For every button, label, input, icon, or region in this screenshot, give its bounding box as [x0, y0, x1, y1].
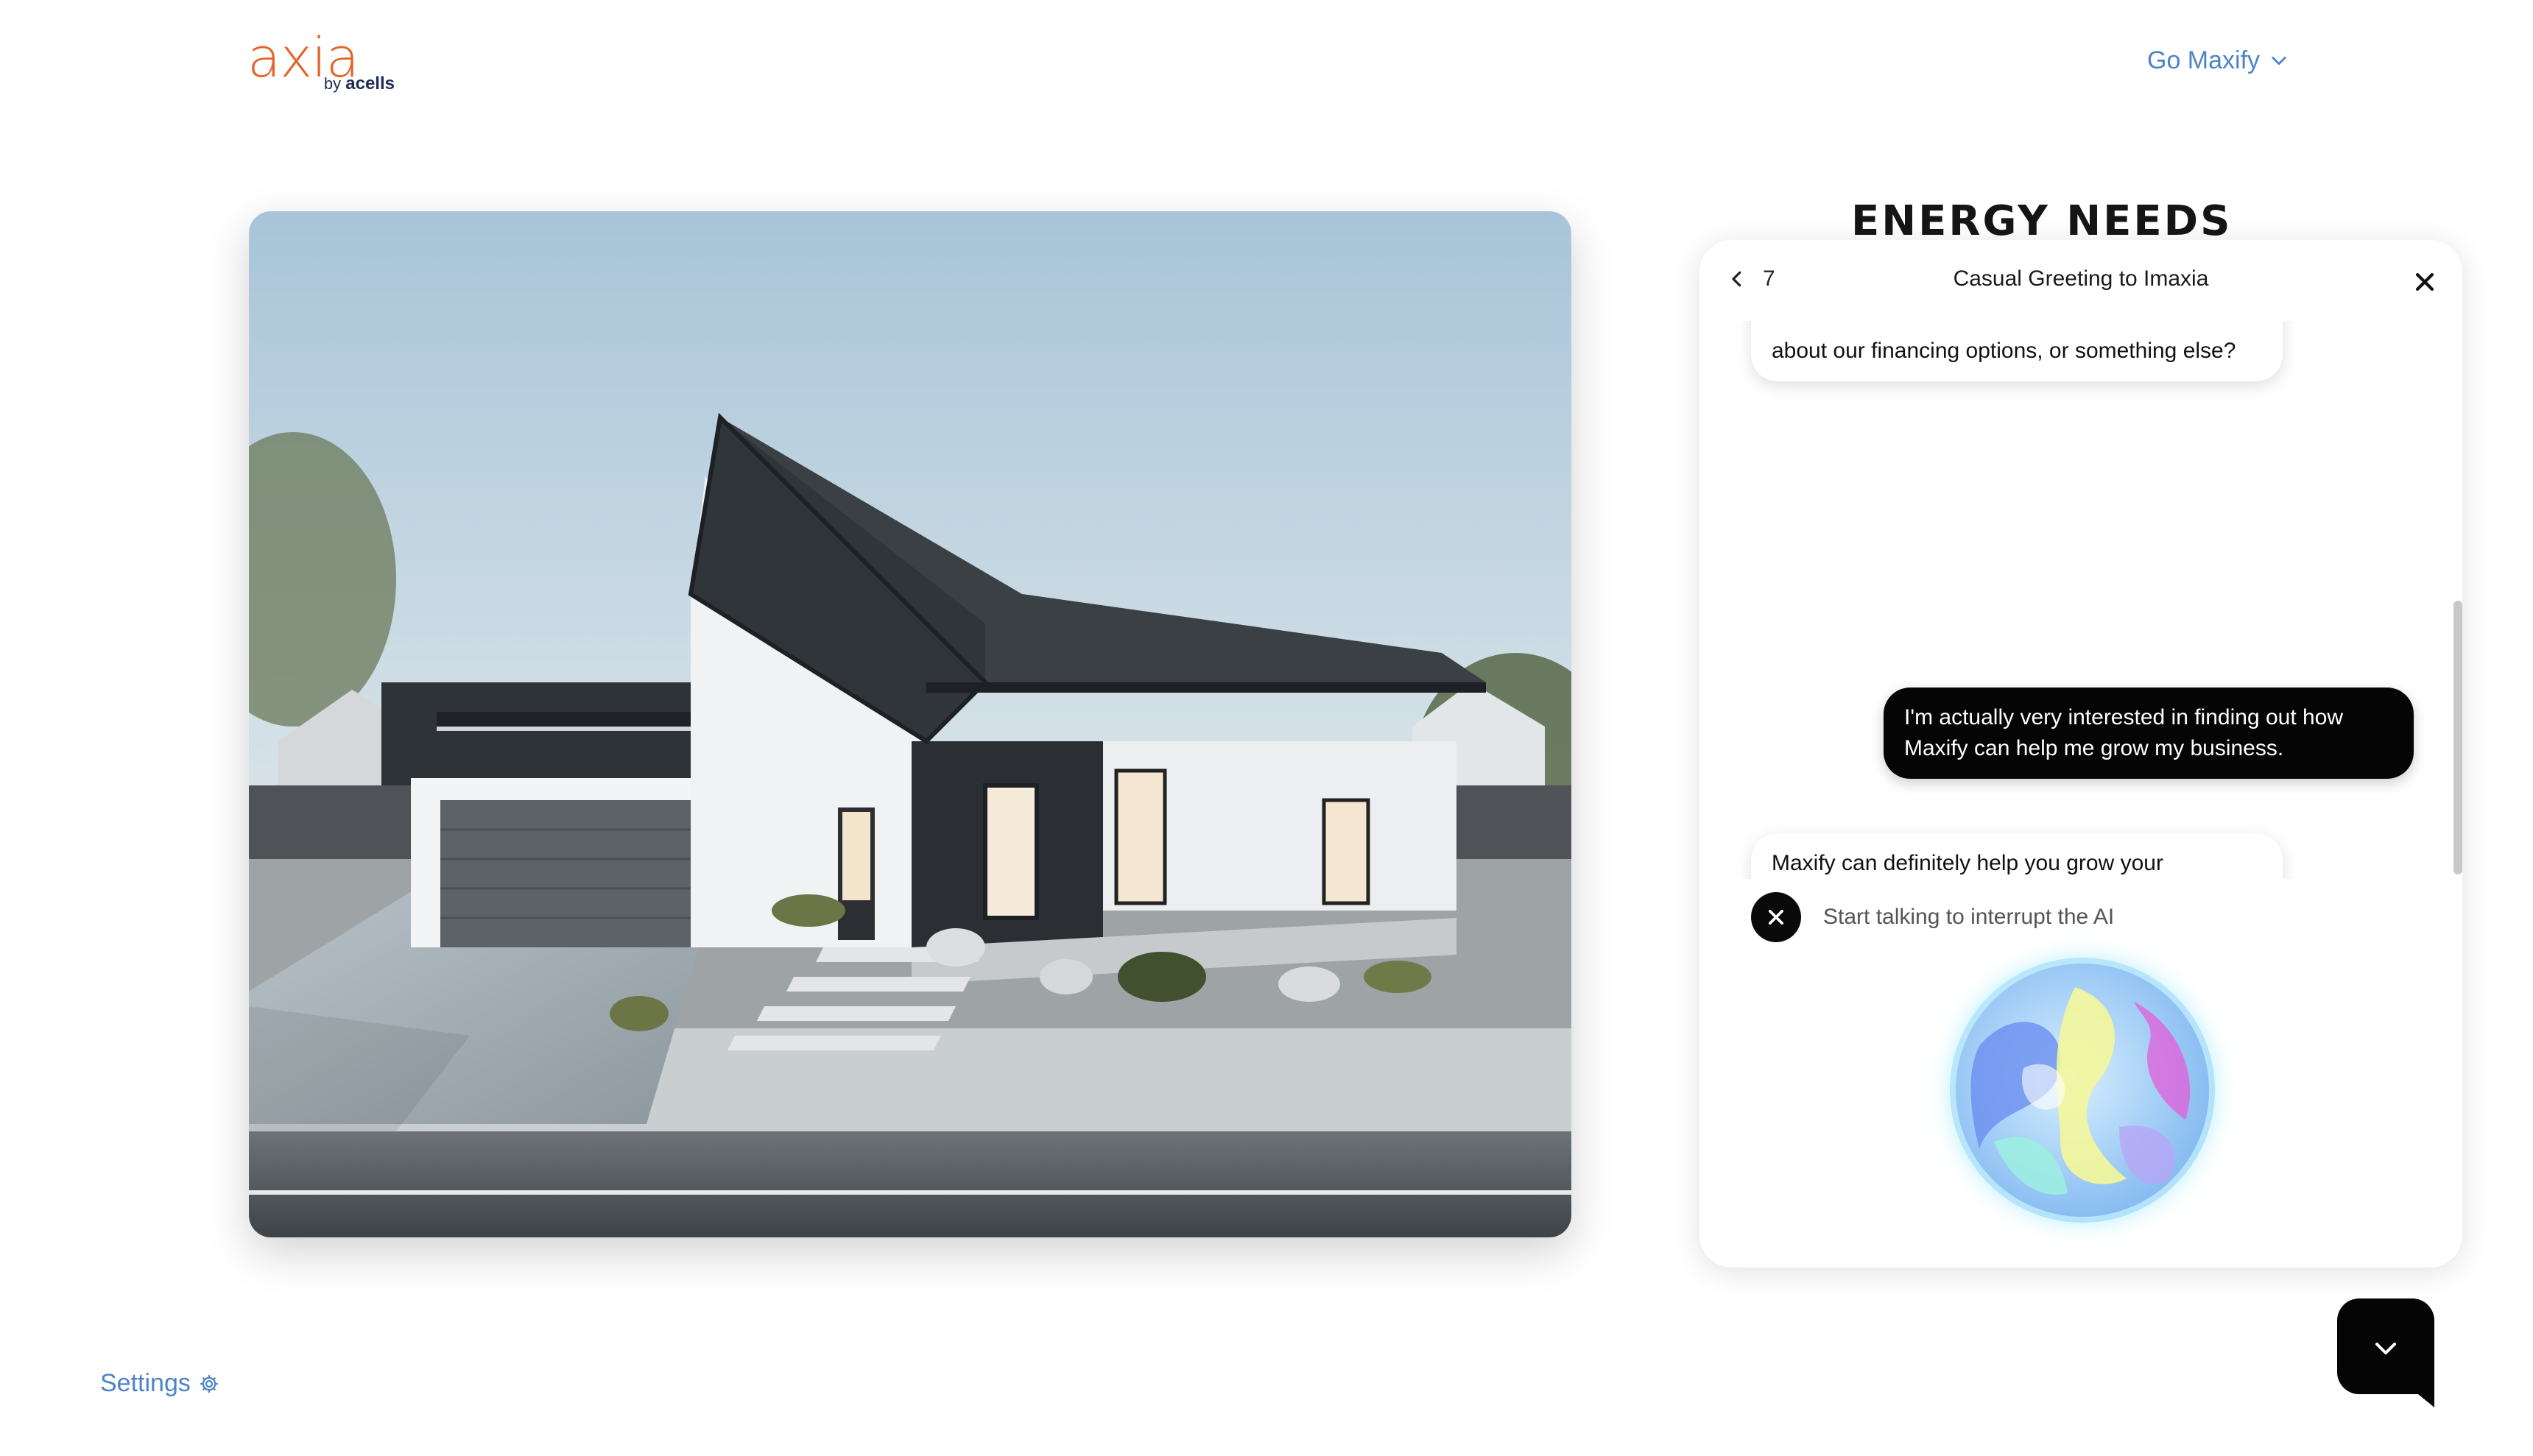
energy-needs-heading: ENERGY NEEDS — [1851, 197, 2233, 245]
chat-title: Casual Greeting to Imaxia — [1953, 266, 2209, 291]
go-maxify-menu[interactable]: Go Maxify — [2147, 43, 2289, 78]
collapse-chat-button[interactable] — [2337, 1298, 2434, 1407]
stop-ai-button[interactable] — [1751, 892, 1801, 942]
user-message: I'm actually very interested in finding … — [1884, 688, 2414, 779]
interrupt-row: Start talking to interrupt the AI — [1751, 892, 2114, 942]
axia-logo[interactable]: axia by acells — [247, 31, 395, 94]
house-illustration — [249, 211, 1571, 1237]
house-hero-image — [249, 211, 1571, 1237]
voice-orb-graphic — [1950, 958, 2215, 1223]
logo-company-text: acells — [345, 74, 395, 93]
logo-tagline: by acells — [324, 74, 395, 94]
settings-label: Settings — [100, 1369, 191, 1397]
voice-orb — [1950, 958, 2215, 1223]
chat-header: 7 Casual Greeting to Imaxia — [1699, 240, 2462, 321]
close-icon[interactable] — [2412, 269, 2437, 294]
chat-scrollbar[interactable] — [2453, 601, 2462, 874]
go-maxify-label: Go Maxify — [2147, 46, 2261, 74]
logo-by-text: by — [323, 74, 346, 93]
close-icon — [1768, 909, 1784, 925]
settings-link[interactable]: Settings — [100, 1369, 220, 1398]
gear-icon — [200, 1374, 218, 1393]
chat-bubble-shape — [2337, 1298, 2434, 1407]
ai-message: about our financing options, or somethin… — [1751, 321, 2283, 381]
message-list[interactable]: about our financing options, or somethin… — [1699, 321, 2462, 879]
interrupt-hint: Start talking to interrupt the AI — [1823, 905, 2115, 929]
chat-panel: 7 Casual Greeting to Imaxia about our fi… — [1699, 240, 2462, 1268]
ai-message: Maxify can definitely help you grow your… — [1751, 833, 2283, 879]
chevron-down-icon — [2272, 57, 2286, 66]
